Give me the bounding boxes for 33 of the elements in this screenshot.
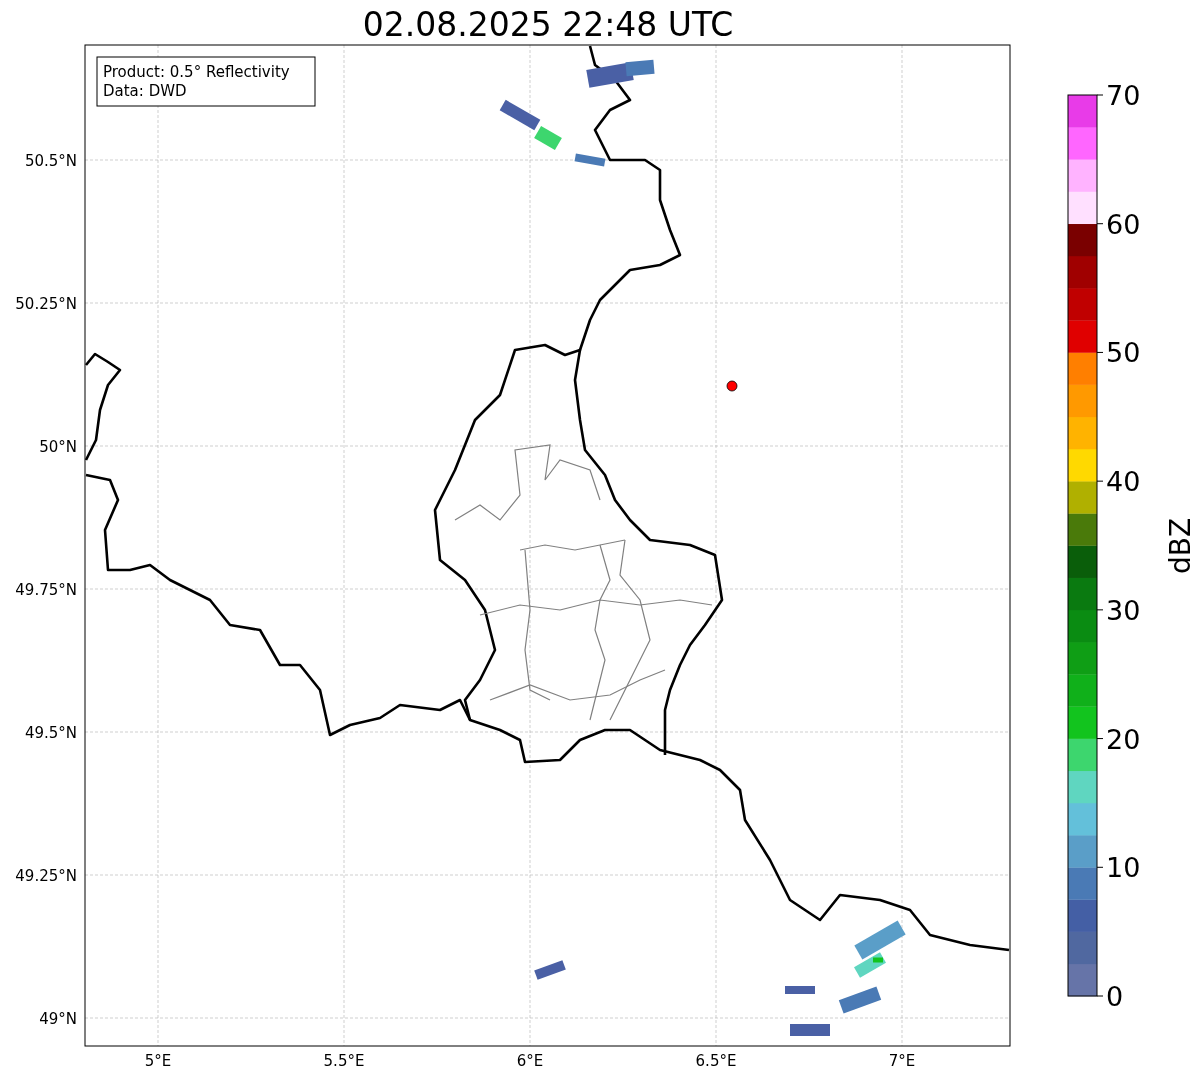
- tick-mark: [1096, 738, 1104, 740]
- legend-text: Data: DWD: [103, 82, 187, 100]
- colorbar-tick-label: 60: [1106, 208, 1141, 240]
- latitude-label: 49.75°N: [15, 581, 77, 599]
- colorbar-tick-label: 50: [1106, 337, 1141, 369]
- tick-mark: [1096, 480, 1104, 482]
- latitude-label: 49°N: [39, 1010, 77, 1028]
- longitude-label: 7°E: [888, 1052, 916, 1070]
- latitude-label: 50°N: [39, 438, 77, 456]
- longitude-label: 5.5°E: [323, 1052, 365, 1070]
- latitude-label: 50.25°N: [15, 295, 77, 313]
- chart-title: 02.08.2025 22:48 UTC: [362, 5, 734, 44]
- latitude-label: 49.5°N: [24, 724, 77, 742]
- station-marker: [726, 380, 738, 392]
- tick-mark: [1096, 866, 1104, 868]
- tick-mark: [1096, 94, 1104, 96]
- colorbar-tick-label: 70: [1106, 80, 1141, 111]
- legend-text: Product: 0.5° Reflectivity: [103, 63, 290, 81]
- colorbar-tick-label: 30: [1106, 594, 1141, 626]
- longitude-label: 6.5°E: [695, 1052, 737, 1070]
- latitude-label: 49.25°N: [15, 867, 77, 885]
- tick-mark: [1096, 995, 1104, 997]
- colorbar-tick-label: 20: [1106, 723, 1141, 755]
- longitude-label: 5°E: [144, 1052, 172, 1070]
- tick-mark: [1096, 223, 1104, 225]
- colorbar-tick-label: 10: [1106, 852, 1141, 884]
- tick-mark: [1096, 351, 1104, 353]
- colorbar-tick-label: 40: [1106, 466, 1141, 498]
- longitude-label: 6°E: [516, 1052, 544, 1070]
- colorbar-label: dBZ: [1164, 517, 1197, 575]
- latitude-label: 50.5°N: [24, 152, 77, 170]
- colorbar-tick-label: 0: [1106, 981, 1124, 1012]
- tick-mark: [1096, 609, 1104, 611]
